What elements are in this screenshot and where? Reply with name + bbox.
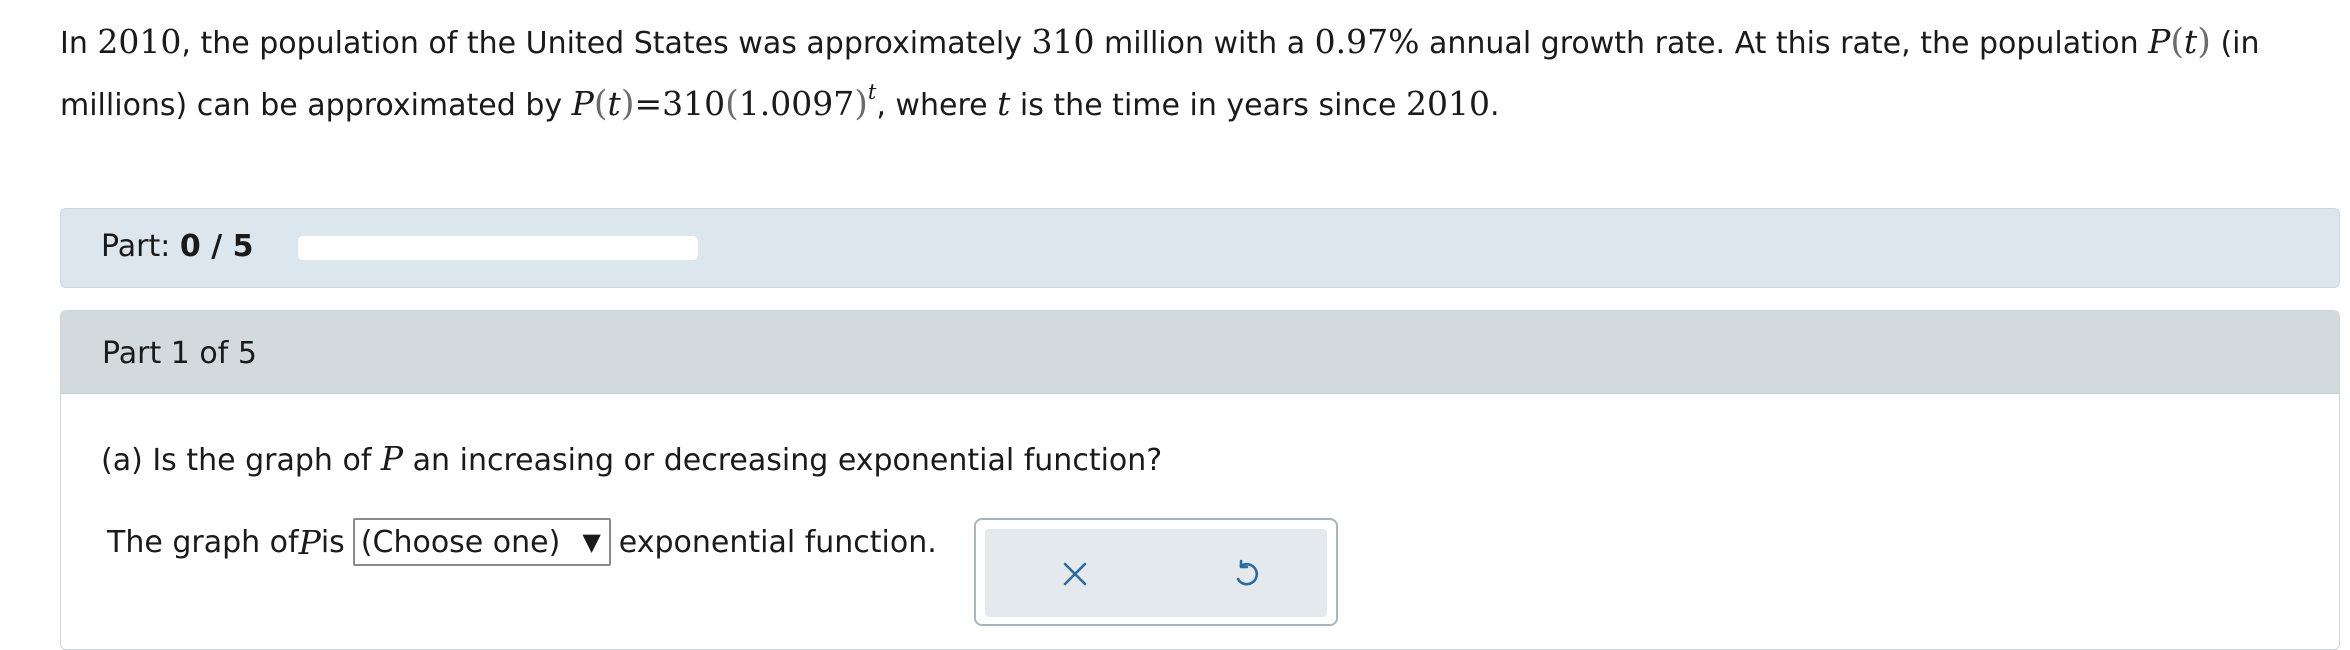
intro-text: In bbox=[60, 26, 98, 61]
question-suffix: an increasing or decreasing exponential … bbox=[403, 443, 1163, 478]
answer-variable: P bbox=[298, 522, 321, 562]
equation-function: P bbox=[571, 84, 594, 123]
paren: ) bbox=[854, 84, 868, 124]
intro-population: 310 bbox=[1031, 22, 1095, 61]
intro-text: , the population of the United States wa… bbox=[181, 26, 1032, 61]
equation-equals: = bbox=[634, 84, 663, 123]
intro-year: 2010 bbox=[97, 22, 182, 61]
question-prefix: (a) Is the graph of bbox=[101, 443, 381, 478]
equation-base: 1.0097 bbox=[738, 84, 855, 123]
paren: ) bbox=[620, 84, 635, 124]
intro-text: annual growth rate. At this rate, the po… bbox=[1419, 26, 2149, 61]
progress-bar bbox=[298, 236, 698, 260]
part-header: Part 1 of 5 bbox=[61, 311, 2339, 394]
intro-text: . bbox=[1489, 88, 1500, 123]
paren: ) bbox=[2197, 22, 2211, 62]
paren: ( bbox=[725, 84, 739, 124]
choose-one-dropdown[interactable]: (Choose one) ▼ bbox=[352, 518, 611, 566]
answer-tools-inner bbox=[985, 529, 1327, 617]
question-variable: P bbox=[380, 439, 404, 478]
intro-year: 2010 bbox=[1405, 84, 1490, 123]
undo-icon bbox=[1236, 559, 1259, 586]
problem-statement: In 2010, the population of the United St… bbox=[60, 12, 2330, 138]
intro-text: million with a bbox=[1094, 26, 1315, 61]
answer-suffix: exponential function. bbox=[618, 524, 937, 560]
dropdown-value: (Choose one) bbox=[360, 524, 561, 560]
undo-button[interactable] bbox=[1223, 551, 1269, 597]
progress-value: 0 / 5 bbox=[179, 229, 254, 264]
function-name: P bbox=[2148, 22, 2171, 61]
intro-growth-rate: 0.97% bbox=[1314, 22, 1420, 61]
answer-row: The graph of P is (Choose one) ▼ exponen… bbox=[107, 516, 937, 568]
answer-is: is bbox=[320, 524, 345, 560]
answer-prefix: The graph of bbox=[107, 524, 299, 560]
clear-button[interactable] bbox=[1052, 551, 1098, 597]
answer-tools bbox=[974, 518, 1338, 626]
paren: ( bbox=[593, 84, 608, 124]
progress-label: Part: 0 / 5 bbox=[101, 229, 253, 264]
progress-label-text: Part: bbox=[101, 229, 180, 264]
part-title: Part 1 of 5 bbox=[102, 336, 257, 371]
equation-exponent: t bbox=[867, 80, 877, 104]
equation-coefficient: 310 bbox=[662, 84, 726, 123]
close-icon bbox=[1063, 562, 1087, 586]
intro-text: , where bbox=[876, 88, 998, 123]
variable-t: t bbox=[997, 84, 1011, 123]
equation-variable: t bbox=[607, 84, 621, 123]
paren: ( bbox=[2170, 22, 2185, 62]
intro-text: is the time in years since bbox=[1010, 88, 1406, 123]
dropdown-arrow-icon: ▼ bbox=[582, 528, 601, 556]
question-text: (a) Is the graph of P an increasing or d… bbox=[101, 439, 1162, 478]
variable-t: t bbox=[2184, 22, 2198, 61]
progress-panel: Part: 0 / 5 bbox=[60, 208, 2340, 288]
